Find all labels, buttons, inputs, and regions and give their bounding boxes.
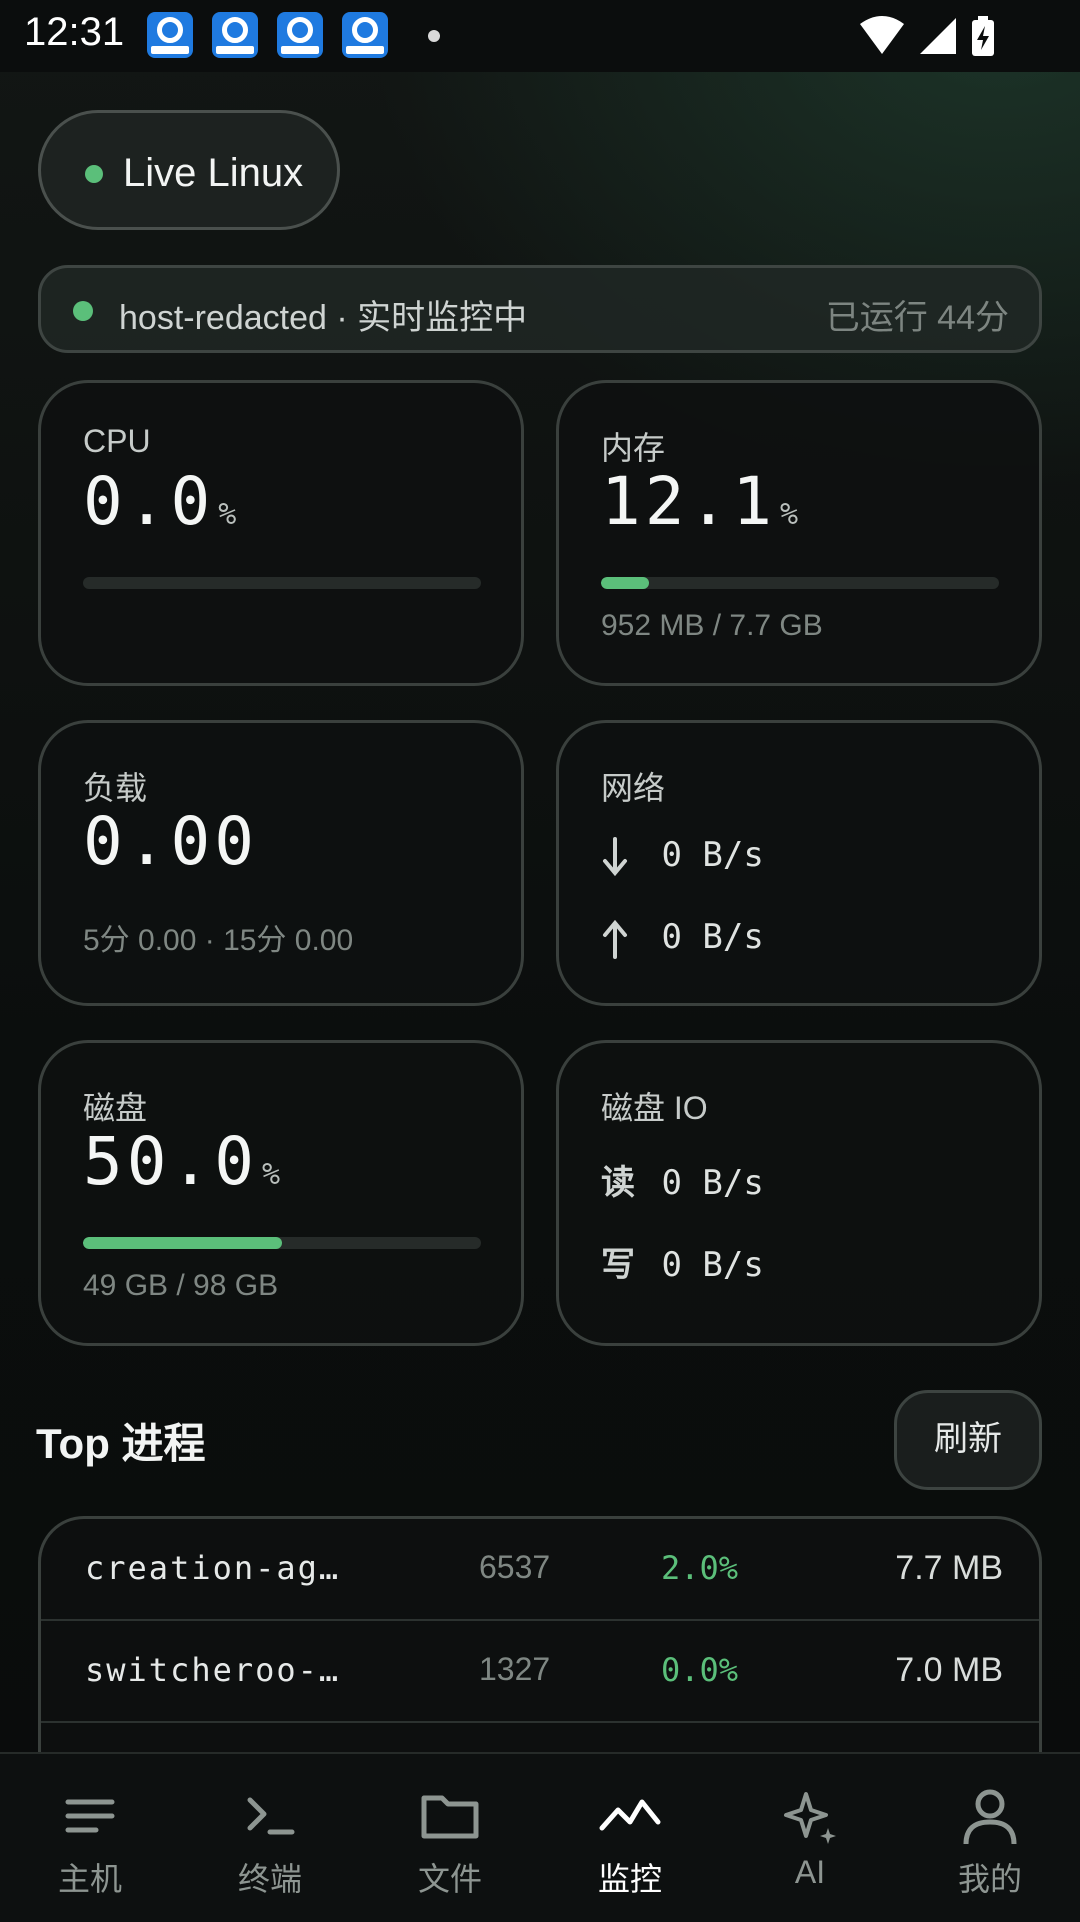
table-row[interactable]: creation-ag… 6537 2.0% 7.7 MB [41,1519,1039,1621]
connection-chip-label: Live Linux [123,151,304,195]
disk-read-label: 读 [601,1163,635,1203]
disk-value: 50.0% [83,1123,285,1200]
nav-item-monitor[interactable]: 监控 [540,1754,720,1922]
top-processes-title: Top 进程 [36,1420,206,1467]
disk-card: 磁盘 50.0% 49 GB / 98 GB [38,1040,524,1346]
online-status-dot-icon [85,165,103,183]
notification-app-icon [212,12,258,58]
cpu-value: 0.0% [83,463,241,540]
connection-chip[interactable]: Live Linux [38,110,340,230]
status-time: 12:31 [24,10,125,54]
disk-progress-fill [83,1237,282,1249]
network-download-value: 0 B/s [661,835,764,875]
nav-item-label: 主机 [57,1861,122,1897]
disk-read-row: 读 0 B/s [601,1155,764,1204]
activity-icon [599,1799,661,1831]
memory-detail: 952 MB / 7.7 GB [601,609,823,642]
notification-app-icon [342,12,388,58]
more-notifications-dot-icon [428,30,440,42]
nav-item-label: AI [794,1854,826,1890]
process-name: creation-ag… [85,1549,341,1587]
disk-progress-bar [83,1237,481,1249]
host-status-bar: host-redacted · 实时监控中 已运行 44分 [38,265,1042,353]
cpu-progress-bar [83,577,481,589]
disk-write-value: 0 B/s [661,1245,764,1285]
nav-item-hosts[interactable]: 主机 [0,1754,180,1922]
nav-item-label: 终端 [237,1861,302,1897]
process-memory: 7.7 MB [895,1549,1003,1587]
monitoring-status-dot-icon [73,301,93,321]
network-upload-value: 0 B/s [661,917,764,957]
wifi-icon [860,16,904,54]
cpu-label: CPU [83,423,151,459]
network-label: 网络 [601,770,666,806]
process-pid: 6537 [479,1549,551,1585]
menu-lines-icon [65,1799,115,1833]
notification-app-icon [147,12,193,58]
nav-item-files[interactable]: 文件 [360,1754,540,1922]
refresh-button[interactable]: 刷新 [894,1390,1042,1490]
host-status-text: host-redacted · 实时监控中 [119,299,528,337]
network-upload-row: 0 B/s [601,917,764,959]
nav-item-profile[interactable]: 我的 [900,1754,1080,1922]
disk-write-row: 写 0 B/s [601,1237,764,1286]
notification-app-icon [277,12,323,58]
table-row[interactable]: switcheroo-… 1327 0.0% 7.0 MB [41,1621,1039,1723]
memory-value: 12.1% [601,463,803,540]
arrow-up-icon [601,917,641,959]
network-download-row: 0 B/s [601,835,764,877]
uptime-text: 已运行 44分 [825,299,1009,337]
disk-io-label: 磁盘 IO [601,1090,708,1126]
process-cpu: 2.0% [661,1549,739,1587]
status-bar: 12:31 [0,0,1080,72]
nav-item-ai[interactable]: AI [720,1754,900,1922]
load-value: 0.00 [83,803,258,880]
battery-charging-icon [972,16,994,56]
network-card: 网络 0 B/s 0 B/s [556,720,1042,1006]
disk-read-value: 0 B/s [661,1163,764,1203]
memory-progress-fill [601,577,650,589]
person-icon [963,1789,1017,1844]
process-pid: 1327 [479,1651,551,1687]
bottom-navigation: 主机 终端 文件 监控 AI 我的 [0,1752,1080,1922]
sparkle-icon [784,1792,836,1844]
arrow-down-icon [601,835,641,877]
disk-write-label: 写 [601,1245,635,1285]
process-list: creation-ag… 6537 2.0% 7.7 MB switcheroo… [38,1516,1042,1776]
nav-item-terminal[interactable]: 终端 [180,1754,360,1922]
folder-icon [421,1795,479,1839]
memory-card: 内存 12.1% 952 MB / 7.7 GB [556,380,1042,686]
nav-item-label: 监控 [597,1861,662,1897]
process-name: switcheroo-… [85,1651,341,1689]
process-memory: 7.0 MB [895,1651,1003,1689]
process-cpu: 0.0% [661,1651,739,1689]
nav-item-label: 我的 [957,1861,1022,1897]
memory-progress-bar [601,577,999,589]
load-card: 负载 0.00 5分 0.00 · 15分 0.00 [38,720,524,1006]
system-icons [858,14,1008,58]
signal-icon [920,18,956,54]
cpu-card: CPU 0.0% [38,380,524,686]
nav-item-label: 文件 [417,1861,482,1897]
disk-io-card: 磁盘 IO 读 0 B/s 写 0 B/s [556,1040,1042,1346]
terminal-icon [247,1797,295,1835]
disk-detail: 49 GB / 98 GB [83,1269,279,1302]
load-detail: 5分 0.00 · 15分 0.00 [83,924,354,957]
